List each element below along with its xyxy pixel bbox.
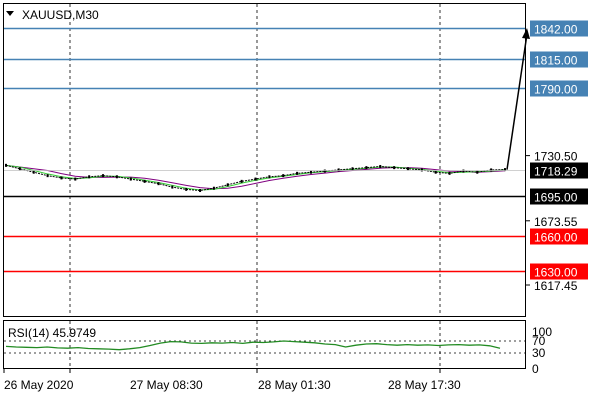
candle: [74, 177, 77, 181]
rsi-label: RSI(14) 45.9749: [8, 326, 96, 340]
candle: [226, 183, 229, 187]
current-price-label: 1718.29: [534, 165, 578, 179]
candle: [46, 174, 49, 178]
level-label: 1842.00: [534, 23, 578, 37]
main-plot-frame: [3, 3, 526, 317]
candle: [102, 174, 105, 178]
candle: [351, 167, 354, 171]
time-tick-label: 27 May 08:30: [130, 378, 203, 392]
forecast-arrow-line: [506, 33, 528, 170]
candle: [476, 170, 479, 174]
time-tick-label: 28 May 17:30: [388, 378, 461, 392]
candle: [185, 187, 188, 191]
chart: 1842.00 1815.00 1790.00 1695.00 1660.00 1630.…: [3, 3, 588, 392]
candle: [88, 175, 91, 179]
candle: [32, 170, 35, 174]
symbol-label: XAUUSD,M30: [22, 8, 99, 22]
candle: [337, 168, 340, 172]
level-label: 1815.00: [534, 54, 578, 68]
candle: [490, 168, 493, 172]
candle: [296, 171, 299, 175]
level-label: 1660.00: [534, 231, 578, 245]
vertical-gridlines: [69, 4, 441, 368]
candle: [462, 169, 465, 173]
forecast-arrow: [506, 28, 530, 170]
level-label: 1630.00: [534, 266, 578, 280]
candle: [5, 163, 7, 167]
candle: [254, 177, 257, 181]
level-label: 1695.00: [534, 191, 578, 205]
candle: [282, 174, 285, 178]
collapse-arrow-icon[interactable]: [6, 11, 14, 16]
candle: [309, 170, 312, 174]
rsi-tick-label: 0: [532, 362, 539, 376]
moving-average-line: [5, 164, 506, 190]
time-axis: 26 May 2020 27 May 08:30 28 May 01:30 28 Ma…: [3, 369, 461, 392]
price-tick-label: 1617.45: [534, 279, 578, 293]
candle: [143, 179, 146, 183]
level-label: 1790.00: [534, 83, 578, 97]
candle: [268, 175, 271, 179]
candle: [365, 166, 368, 170]
candle: [212, 186, 215, 190]
candle: [240, 179, 243, 183]
price-tick-label: 1673.55: [534, 215, 578, 229]
candle: [393, 166, 396, 170]
candle: [420, 168, 423, 172]
rsi-tick-label: 30: [532, 346, 546, 360]
candle: [129, 177, 132, 181]
candle: [115, 175, 118, 179]
candle: [60, 176, 63, 180]
candle: [448, 171, 451, 175]
candle: [157, 182, 160, 186]
candle: [379, 164, 382, 168]
price-tick-label: 1730.50: [534, 150, 578, 164]
candle: [406, 167, 409, 171]
candle: [434, 170, 437, 174]
candle: [171, 185, 174, 189]
price-series: 1718.29: [4, 162, 588, 193]
price-levels: 1842.00 1815.00 1790.00 1695.00 1660.00 1630.…: [4, 20, 588, 280]
rsi-line: [5, 340, 501, 351]
time-tick-label: 28 May 01:30: [258, 378, 331, 392]
candle: [323, 169, 326, 173]
candle: [18, 167, 21, 171]
candle: [199, 189, 202, 193]
time-tick-label: 26 May 2020: [4, 378, 74, 392]
